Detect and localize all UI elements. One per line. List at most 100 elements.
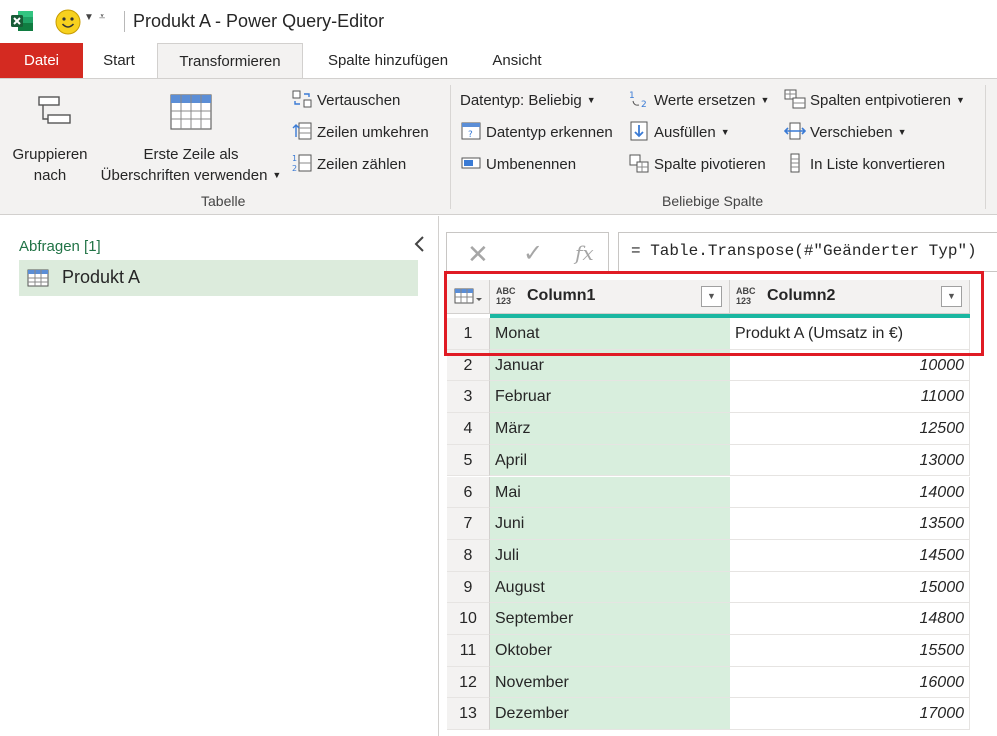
group-label-beliebige-spalte: Beliebige Spalte (662, 193, 764, 209)
table-row: 6 Mai 14000 (447, 476, 971, 509)
move-label: Verschieben (810, 124, 893, 141)
query-item-label: Produkt A (62, 267, 141, 287)
chevron-down-icon: ▼ (586, 95, 596, 105)
tab-datei[interactable]: Datei (0, 43, 83, 78)
column-filter-dropdown-icon[interactable]: ▼ (941, 286, 962, 307)
reverse-rows-button[interactable]: Zeilen umkehren (291, 121, 429, 145)
row-number[interactable]: 4 (447, 413, 490, 445)
type-badge-bottom: 123 (496, 296, 512, 306)
detect-data-type-button[interactable]: ? Datentyp erkennen (460, 121, 613, 145)
cell-column1[interactable]: August (490, 571, 730, 604)
cell-column2[interactable]: 13000 (730, 444, 970, 477)
group-by-icon (38, 96, 71, 124)
use-first-row-as-headers-button[interactable]: Erste Zeile als Überschriften verwenden ▼ (96, 93, 286, 188)
tab-transformieren[interactable]: Transformieren (157, 43, 303, 79)
cell-column1[interactable]: November (490, 666, 730, 699)
fill-down-icon (630, 121, 648, 141)
table-menu-button[interactable] (447, 280, 490, 314)
cell-column2[interactable]: 13500 (730, 508, 970, 540)
row-number[interactable]: 10 (447, 603, 490, 635)
cell-column2[interactable]: 17000 (730, 698, 970, 731)
cell-column2[interactable]: Produkt A (Umsatz in €) (730, 318, 970, 350)
type-any-icon[interactable]: ABC 123 (496, 286, 516, 306)
cell-column1[interactable]: Monat (490, 318, 730, 350)
table-row: 2 Januar 10000 (447, 349, 971, 382)
count-rows-button[interactable]: 1 2 Zeilen zählen (291, 153, 406, 177)
convert-to-list-button[interactable]: In Liste konvertieren (784, 153, 945, 177)
cell-column2[interactable]: 12500 (730, 413, 970, 445)
cell-column2[interactable]: 14500 (730, 539, 970, 572)
group-separator (985, 85, 986, 209)
ribbon-tabs: Datei Start Transformieren Spalte hinzuf… (0, 43, 997, 79)
row-number[interactable]: 1 (447, 318, 490, 350)
feedback-dropdown-icon[interactable]: ▼ (84, 12, 94, 23)
table-row: 13 Dezember 17000 (447, 698, 971, 731)
rename-button[interactable]: Umbenennen (460, 153, 576, 177)
cell-column1[interactable]: März (490, 413, 730, 445)
chevron-left-icon[interactable] (412, 234, 428, 254)
column-header-column2[interactable]: ABC 123 Column2 ▼ (730, 280, 970, 314)
unpivot-columns-button[interactable]: Spalten entpivotieren ▼ (784, 89, 965, 113)
table-menu-icon (454, 288, 482, 304)
cell-column2[interactable]: 10000 (730, 349, 970, 382)
row-number[interactable]: 8 (447, 539, 490, 572)
cell-column1[interactable]: April (490, 444, 730, 477)
transpose-button[interactable]: Vertauschen (291, 89, 400, 113)
cell-column1[interactable]: Juni (490, 508, 730, 540)
count-rows-icon: 1 2 (292, 154, 312, 173)
cell-column2[interactable]: 14000 (730, 476, 970, 509)
cell-column2[interactable]: 14800 (730, 603, 970, 635)
cell-column2[interactable]: 15500 (730, 635, 970, 667)
cancel-icon[interactable]: ✕ (467, 239, 489, 270)
move-button[interactable]: Verschieben ▼ (784, 121, 906, 145)
tab-ansicht[interactable]: Ansicht (474, 43, 560, 78)
row-number[interactable]: 12 (447, 666, 490, 699)
cell-column2[interactable]: 16000 (730, 666, 970, 699)
cell-column1[interactable]: Januar (490, 349, 730, 382)
data-type-dropdown[interactable]: Datentyp: Beliebig ▼ (460, 89, 596, 113)
unpivot-columns-label: Spalten entpivotieren (810, 92, 951, 109)
cell-column1[interactable]: Oktober (490, 635, 730, 667)
fill-button[interactable]: Ausfüllen ▼ (628, 121, 730, 145)
type-any-icon[interactable]: ABC 123 (736, 286, 756, 306)
formula-bar[interactable]: = Table.Transpose(#"Geänderter Typ") (618, 232, 997, 272)
replace-values-label: Werte ersetzen (654, 92, 756, 109)
table-row: 1 Monat Produkt A (Umsatz in €) (447, 318, 971, 350)
cell-column1[interactable]: Mai (490, 476, 730, 509)
fx-icon[interactable]: fx (575, 241, 594, 265)
column-header-column1[interactable]: ABC 123 Column1 ▼ (490, 280, 730, 314)
cell-column2[interactable]: 15000 (730, 571, 970, 604)
column-filter-dropdown-icon[interactable]: ▼ (701, 286, 722, 307)
formula-text[interactable]: = Table.Transpose(#"Geänderter Typ") (631, 242, 977, 260)
group-by-button[interactable]: Gruppieren nach (8, 93, 92, 186)
row-number[interactable]: 3 (447, 381, 490, 414)
cell-column2[interactable]: 11000 (730, 381, 970, 414)
row-number[interactable]: 7 (447, 508, 490, 540)
cell-column1[interactable]: Februar (490, 381, 730, 414)
type-badge-top: ABC (496, 286, 516, 296)
confirm-check-icon[interactable]: ✓ (523, 239, 543, 268)
fill-label: Ausfüllen (654, 124, 716, 141)
customize-quick-access-icon[interactable]: ⩡ (99, 11, 105, 24)
reverse-rows-label: Zeilen umkehren (317, 124, 429, 141)
tab-start[interactable]: Start (88, 43, 150, 78)
tab-spalte-hinzufuegen[interactable]: Spalte hinzufügen (310, 43, 466, 78)
move-column-icon (784, 122, 806, 140)
replace-values-button[interactable]: 1 2 Werte ersetzen ▼ (628, 89, 769, 113)
cell-column1[interactable]: September (490, 603, 730, 635)
cell-column1[interactable]: Juli (490, 539, 730, 572)
pivot-column-button[interactable]: Spalte pivotieren (628, 153, 766, 177)
title-bar: ▼ ⩡ Produkt A - Power Query-Editor (0, 0, 997, 42)
ribbon: Gruppieren nach Erste Zeile als Überschr… (0, 78, 997, 215)
row-number[interactable]: 6 (447, 476, 490, 509)
row-number[interactable]: 13 (447, 698, 490, 731)
row-number[interactable]: 9 (447, 571, 490, 604)
row-number[interactable]: 11 (447, 635, 490, 667)
group-separator (450, 85, 451, 209)
smiley-feedback-icon[interactable] (55, 9, 81, 35)
cell-column1[interactable]: Dezember (490, 698, 730, 731)
row-number[interactable]: 5 (447, 444, 490, 477)
data-type-label: Datentyp: Beliebig (460, 92, 582, 109)
row-number[interactable]: 2 (447, 349, 490, 382)
query-item-produkt-a[interactable]: Produkt A (19, 260, 418, 296)
